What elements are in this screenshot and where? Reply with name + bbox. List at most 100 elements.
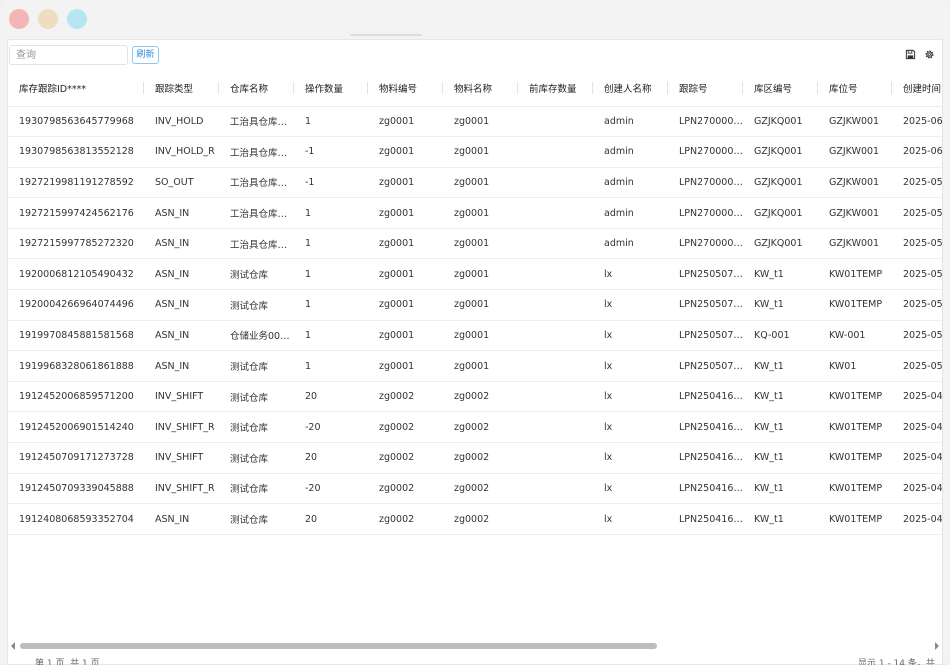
table-cell: INV_SHIFT [144, 381, 219, 413]
column-header[interactable]: 物料名称 [443, 70, 518, 107]
horizontal-scrollbar[interactable] [8, 642, 942, 650]
column-header[interactable]: 库位号 [818, 70, 892, 107]
table-cell [518, 136, 593, 168]
table-cell: 1 [294, 350, 368, 382]
scroll-right-arrow-icon[interactable] [935, 642, 939, 650]
column-header[interactable]: 库区编号 [743, 70, 818, 107]
table-row[interactable]: 1912450709339045888 INV_SHIFT_R 测试仓库 -20 zg0… [8, 473, 942, 505]
table-cell: 1 [294, 197, 368, 229]
table-cell: 20 [294, 381, 368, 413]
table-cell: 工治具仓库… [219, 167, 294, 199]
table-row[interactable]: 1927215997424562176 ASN_IN 工治具仓库… 1 zg0001 zg… [8, 197, 942, 229]
table-cell: LPN27000001 [668, 167, 743, 199]
table-cell: 测试仓库 [219, 289, 294, 321]
app-window: 刷新 库存跟踪ID**** 跟踪类型 仓库名称 操作数量 物料编号 物料名称 前库存数量 创建… [0, 0, 950, 665]
table-row[interactable]: 1919968328061861888 ASN_IN 测试仓库 1 zg0001 zg00… [8, 350, 942, 382]
column-header[interactable]: 操作数量 [294, 70, 368, 107]
table-cell: 2025-05-0 [892, 350, 942, 382]
column-header-label: 跟踪类型 [155, 83, 194, 95]
table-cell: zg0002 [368, 411, 443, 444]
horizontal-scrollbar-thumb[interactable] [20, 643, 657, 649]
record-count: 显示 1 - 14 条，共 14 条 [858, 659, 935, 665]
table-cell: zg0001 [443, 106, 518, 138]
table-cell: lx [593, 411, 668, 444]
table-cell: 2025-05-2 [892, 228, 942, 260]
table-cell: zg0002 [443, 411, 518, 444]
column-header[interactable]: 跟踪号 [668, 70, 743, 107]
table-cell: zg0001 [443, 289, 518, 321]
table-cell: -1 [294, 167, 368, 199]
table-cell: lx [593, 381, 668, 413]
column-header[interactable]: 库存跟踪ID**** [8, 70, 144, 107]
table-cell: 1 [294, 228, 368, 260]
table-row[interactable]: 1920004266964074496 ASN_IN 测试仓库 1 zg0001 zg00… [8, 289, 942, 321]
column-header-label: 物料编号 [379, 83, 418, 95]
table-cell: GZJKQ001 [743, 136, 818, 168]
pagination-footer: 第 1 页, 共 1 页 显示 1 - 14 条，共 14 条 [8, 652, 942, 665]
column-header[interactable]: 跟踪类型 [144, 70, 219, 107]
table-cell: KW01TEMP [818, 473, 892, 505]
gear-icon[interactable] [924, 49, 935, 60]
search-input[interactable] [9, 45, 128, 65]
table-cell: INV_SHIFT_R [144, 473, 219, 505]
column-header[interactable]: 仓库名称 [219, 70, 294, 107]
table-cell: 1927219981191278592 [8, 167, 144, 199]
table-row[interactable]: 1919970845881581568 ASN_IN 仓储业务00… 1 zg0001 z… [8, 320, 942, 352]
table-row[interactable]: 1930798563645779968 INV_HOLD 工治具仓库… 1 zg0001… [8, 106, 942, 138]
table-cell: GZJKQ001 [743, 197, 818, 229]
table-cell: GZJKW001 [818, 167, 892, 199]
table-row[interactable]: 1920006812105490432 ASN_IN 测试仓库 1 zg0001 zg00… [8, 258, 942, 291]
table-cell: SO_OUT [144, 167, 219, 199]
table-cell: 2025-04-1 [892, 503, 942, 535]
column-header[interactable]: 创建时间 [892, 70, 942, 107]
table-cell: 1 [294, 320, 368, 352]
table-row[interactable]: 1927215997785272320 ASN_IN 工治具仓库… 1 zg0001 zg… [8, 228, 942, 260]
table-row[interactable]: 1912452006901514240 INV_SHIFT_R 测试仓库 -20 zg0… [8, 411, 942, 444]
table-cell: zg0002 [368, 442, 443, 474]
table-cell: INV_SHIFT_R [144, 411, 219, 444]
table-cell [518, 258, 593, 291]
table-cell: KW01 [818, 350, 892, 382]
table-cell: lx [593, 473, 668, 505]
table-cell: ASN_IN [144, 197, 219, 229]
table-cell: ASN_IN [144, 228, 219, 260]
column-header[interactable]: 物料编号 [368, 70, 443, 107]
table-cell: LPN27000001 [668, 197, 743, 229]
column-header[interactable]: 创建人名称 [593, 70, 668, 107]
column-header-label: 创建时间 [903, 83, 942, 95]
table-cell: -20 [294, 473, 368, 505]
table-cell: 仓储业务00… [219, 320, 294, 352]
table-cell: 2025-04-1 [892, 411, 942, 444]
table-cell [518, 228, 593, 260]
table-cell: zg0001 [368, 289, 443, 321]
table-cell: KW01TEMP [818, 289, 892, 321]
table-cell: zg0001 [368, 320, 443, 352]
maximize-window-button[interactable] [67, 9, 87, 29]
table-cell: LPN250416… [668, 503, 743, 535]
table-cell: LPN250416… [668, 442, 743, 474]
table-cell: 1930798563813552128 [8, 136, 144, 168]
close-window-button[interactable] [9, 9, 29, 29]
table-row[interactable]: 1912408068593352704 ASN_IN 测试仓库 20 zg0002 zg0… [8, 503, 942, 535]
table-cell: KW01TEMP [818, 503, 892, 535]
table-cell: admin [593, 136, 668, 168]
table-cell: 1912450709171273728 [8, 442, 144, 474]
table-cell [518, 350, 593, 382]
refresh-button[interactable]: 刷新 [132, 46, 159, 64]
table-cell: 20 [294, 503, 368, 535]
table-header-row: 库存跟踪ID**** 跟踪类型 仓库名称 操作数量 物料编号 物料名称 前库存数量 创建人名称… [8, 70, 942, 107]
table-row[interactable]: 1912450709171273728 INV_SHIFT 测试仓库 20 zg0002… [8, 442, 942, 474]
table-row[interactable]: 1912452006859571200 INV_SHIFT 测试仓库 20 zg0002… [8, 381, 942, 413]
table-row[interactable]: 1930798563813552128 INV_HOLD_R 工治具仓库… -1 zg0… [8, 136, 942, 168]
table-cell: zg0001 [368, 106, 443, 138]
main-panel: 刷新 库存跟踪ID**** 跟踪类型 仓库名称 操作数量 物料编号 物料名称 前库存数量 创建… [7, 39, 943, 665]
scroll-left-arrow-icon[interactable] [11, 642, 15, 650]
table-row[interactable]: 1927219981191278592 SO_OUT 工治具仓库… -1 zg0001 z… [8, 167, 942, 199]
table-cell: zg0001 [368, 350, 443, 382]
table-cell: KW_t1 [743, 289, 818, 321]
column-header[interactable]: 前库存数量 [518, 70, 593, 107]
save-icon[interactable] [905, 49, 916, 60]
table-cell [518, 320, 593, 352]
minimize-window-button[interactable] [38, 9, 58, 29]
table-cell: KQ-001 [743, 320, 818, 352]
